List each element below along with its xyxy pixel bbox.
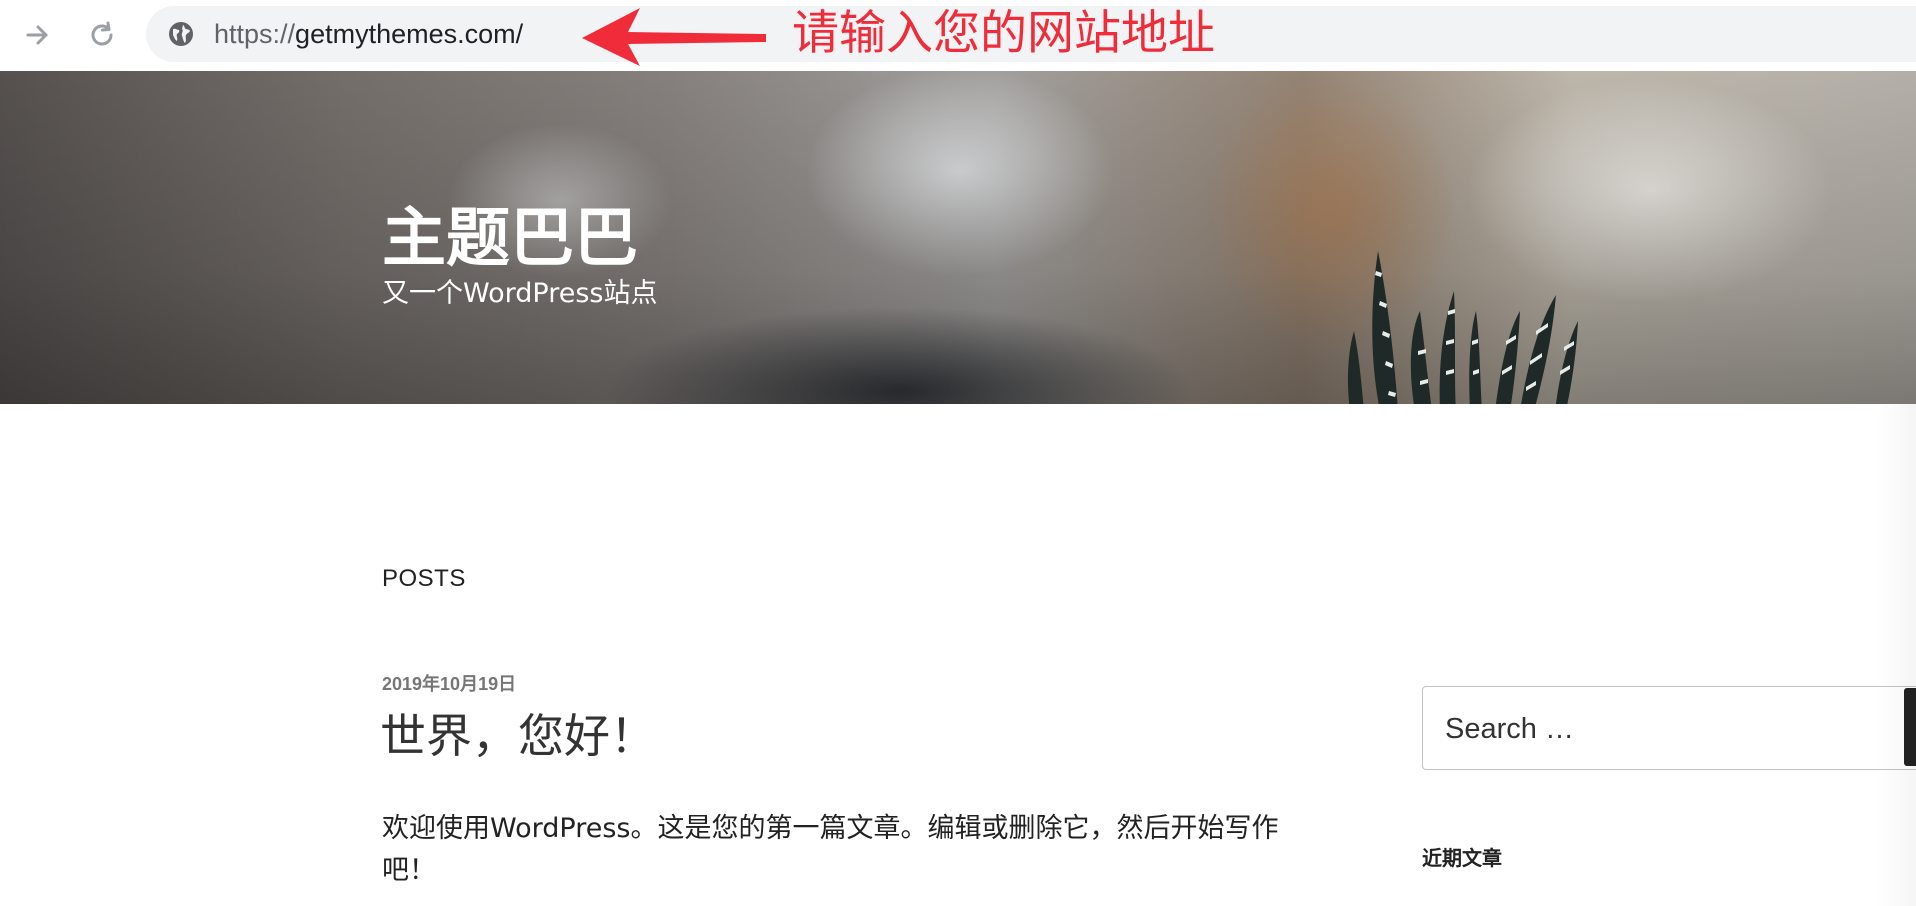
arrow-right-icon xyxy=(26,25,48,45)
search-field[interactable]: Search … xyxy=(1422,686,1916,770)
url-text[interactable]: https://getmythemes.com/ xyxy=(214,18,523,50)
annotation-text: 请输入您的网站地址 xyxy=(792,6,1215,61)
forward-button[interactable] xyxy=(16,13,60,57)
post-title[interactable]: 世界，您好！ xyxy=(380,706,656,766)
url-scheme: https:// xyxy=(214,19,296,49)
posts-section-heading: POSTS xyxy=(382,565,466,592)
url-domain: getmythemes.com/ xyxy=(295,19,524,49)
page-edge-shadow xyxy=(1876,404,1916,906)
annotation-arrow-icon xyxy=(582,8,766,66)
site-title[interactable]: 主题巴巴 xyxy=(382,199,638,279)
recent-posts-heading: 近期文章 xyxy=(1422,846,1502,870)
browser-toolbar: https://getmythemes.com/ 请输入您的网站地址 xyxy=(0,0,1916,71)
reload-icon xyxy=(91,21,113,46)
post-date[interactable]: 2019年10月19日 xyxy=(382,672,516,696)
reload-button[interactable] xyxy=(80,13,124,57)
plant-illustration xyxy=(1347,251,1578,404)
search-placeholder: Search … xyxy=(1445,713,1574,745)
site-description: 又一个WordPress站点 xyxy=(382,278,658,309)
globe-icon[interactable] xyxy=(168,21,194,47)
post-excerpt: 欢迎使用WordPress。这是您的第一篇文章。编辑或删除它，然后开始写作吧！ xyxy=(382,813,1279,886)
header-image: 主题巴巴 又一个WordPress站点 xyxy=(0,71,1916,404)
